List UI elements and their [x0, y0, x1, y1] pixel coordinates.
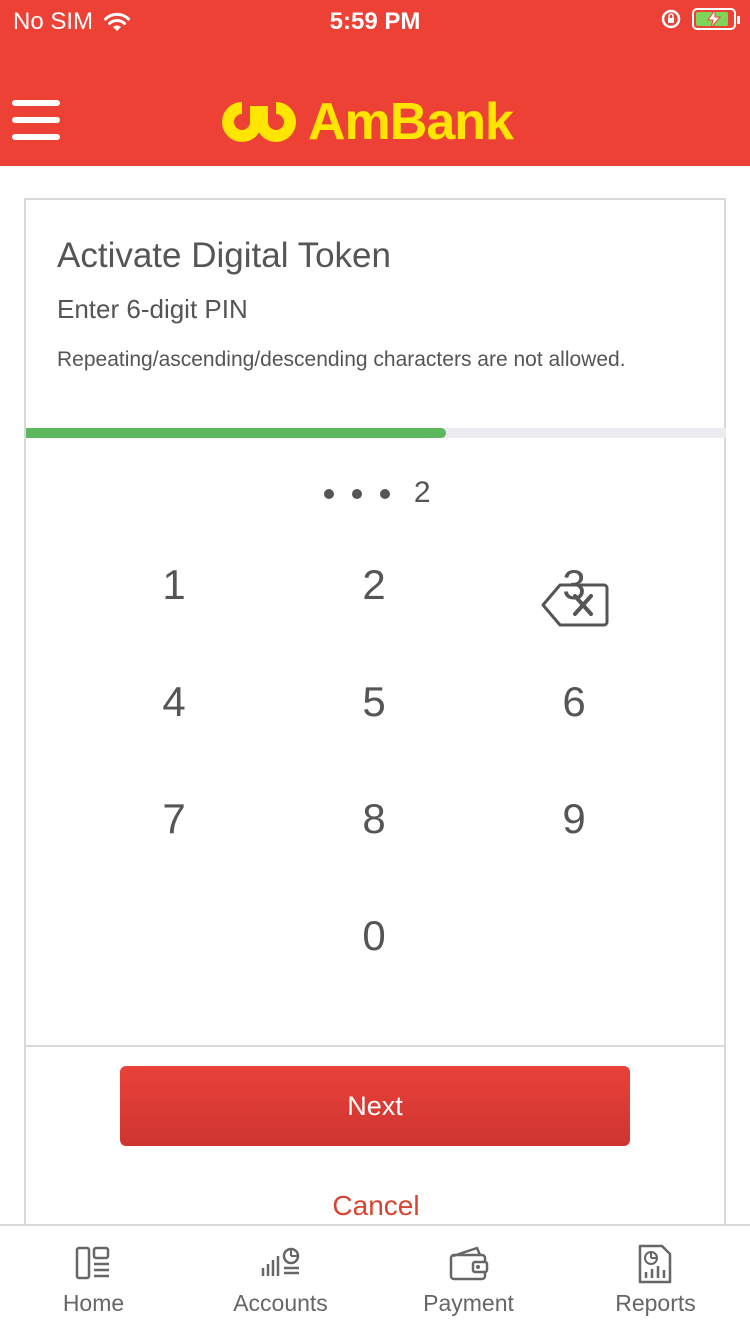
pin-progress-bar	[26, 428, 726, 438]
backspace-icon[interactable]	[540, 582, 610, 628]
wallet-icon	[449, 1246, 489, 1281]
next-button[interactable]: Next	[120, 1066, 630, 1146]
status-time: 5:59 PM	[329, 8, 421, 35]
cancel-button[interactable]: Cancel	[26, 1190, 726, 1222]
pin-rules-hint: Repeating/ascending/descending character…	[57, 348, 626, 371]
pin-last-digit: 2	[413, 476, 437, 509]
status-bar: No SIM 5:59 PM	[0, 0, 750, 44]
status-right	[660, 8, 740, 30]
pin-progress-fill	[26, 428, 446, 438]
key-6[interactable]: 6	[514, 657, 634, 747]
pin-masked-dots	[315, 476, 399, 509]
key-5[interactable]: 5	[314, 657, 434, 747]
tab-payment[interactable]: Payment	[375, 1226, 562, 1334]
tab-accounts[interactable]: Accounts	[187, 1226, 374, 1334]
key-8[interactable]: 8	[314, 774, 434, 864]
tab-payment-label: Payment	[423, 1290, 514, 1316]
key-7[interactable]: 7	[114, 774, 234, 864]
tab-reports-label: Reports	[615, 1290, 696, 1316]
tab-home[interactable]: Home	[0, 1226, 187, 1334]
key-9[interactable]: 9	[514, 774, 634, 864]
app-header: No SIM 5:59 PM AmBank	[0, 0, 750, 166]
tab-reports[interactable]: Reports	[562, 1226, 749, 1334]
ambank-logo: AmBank	[220, 92, 514, 152]
pin-mask-dot	[352, 489, 363, 500]
key-2[interactable]: 2	[314, 540, 434, 630]
key-0[interactable]: 0	[314, 891, 434, 981]
rotation-lock-icon	[661, 9, 681, 29]
bottom-tab-bar: Home Accounts Payment Reports	[0, 1224, 750, 1334]
ambank-logo-icon	[222, 102, 296, 142]
home-icon	[75, 1246, 110, 1280]
tab-home-label: Home	[62, 1290, 125, 1316]
page-title: Activate Digital Token	[57, 236, 391, 275]
pin-display: 2	[26, 476, 726, 510]
activate-token-card: Activate Digital Token Enter 6-digit PIN…	[24, 198, 726, 1238]
reports-icon	[638, 1244, 672, 1284]
hamburger-menu-button[interactable]	[12, 100, 60, 142]
brand-name: AmBank	[308, 93, 514, 151]
divider	[26, 1045, 726, 1047]
accounts-icon	[261, 1247, 300, 1276]
key-4[interactable]: 4	[114, 657, 234, 747]
pin-mask-dot	[380, 489, 391, 500]
battery-icon	[692, 8, 740, 30]
key-1[interactable]: 1	[114, 540, 234, 630]
pin-mask-dot	[324, 489, 335, 500]
pin-instruction: Enter 6-digit PIN	[57, 294, 248, 324]
tab-accounts-label: Accounts	[233, 1290, 328, 1316]
